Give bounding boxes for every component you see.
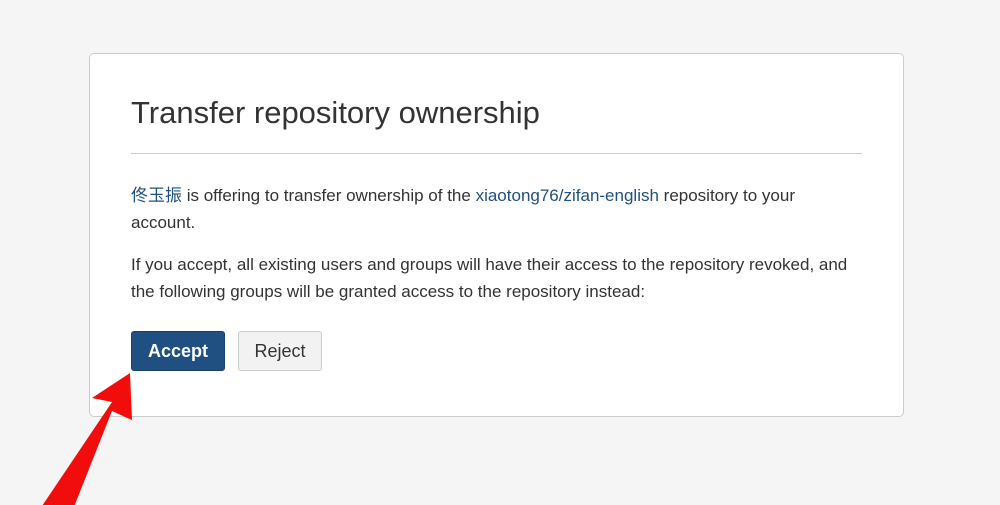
title-divider: [131, 153, 862, 154]
dialog-title: Transfer repository ownership: [131, 95, 540, 130]
reject-button[interactable]: Reject: [238, 331, 322, 371]
offer-message: 佟玉振 is offering to transfer ownership of…: [131, 182, 851, 236]
offer-text-before-repo: is offering to transfer ownership of the: [182, 186, 476, 205]
accept-button[interactable]: Accept: [131, 331, 225, 371]
repository-link[interactable]: xiaotong76/zifan-english: [476, 186, 659, 205]
user-link[interactable]: 佟玉振: [131, 186, 182, 205]
consequence-message: If you accept, all existing users and gr…: [131, 255, 848, 301]
transfer-ownership-dialog: Transfer repository ownership 佟玉振 is off…: [89, 53, 904, 417]
